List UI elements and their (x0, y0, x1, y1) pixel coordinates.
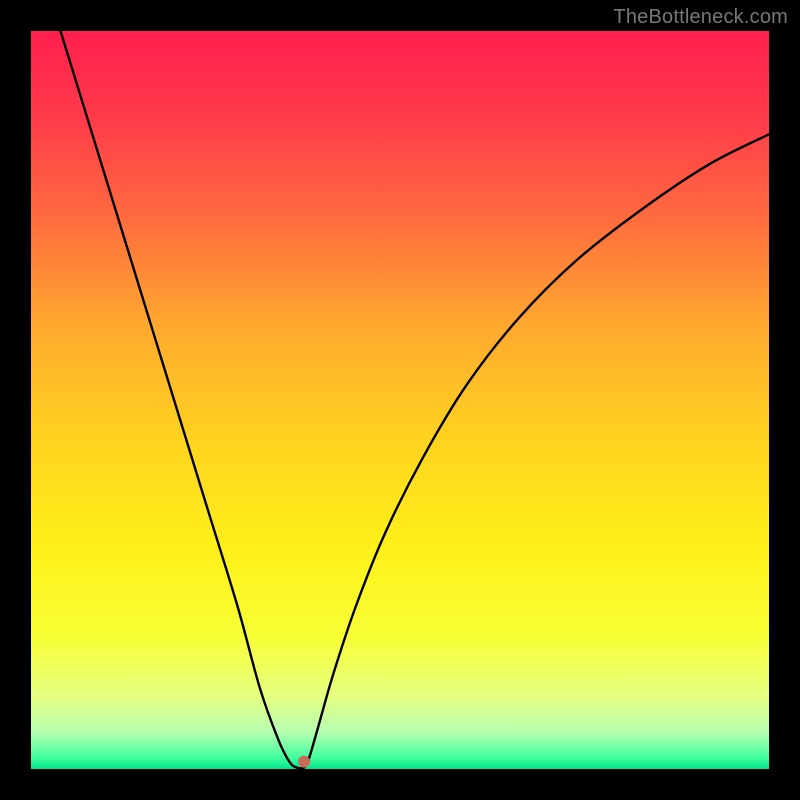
watermark-text: TheBottleneck.com (613, 6, 788, 29)
plot-area (31, 31, 769, 769)
optimum-marker (298, 756, 310, 768)
chart-frame: TheBottleneck.com (0, 0, 800, 800)
gradient-background (31, 31, 769, 769)
chart-svg (31, 31, 769, 769)
